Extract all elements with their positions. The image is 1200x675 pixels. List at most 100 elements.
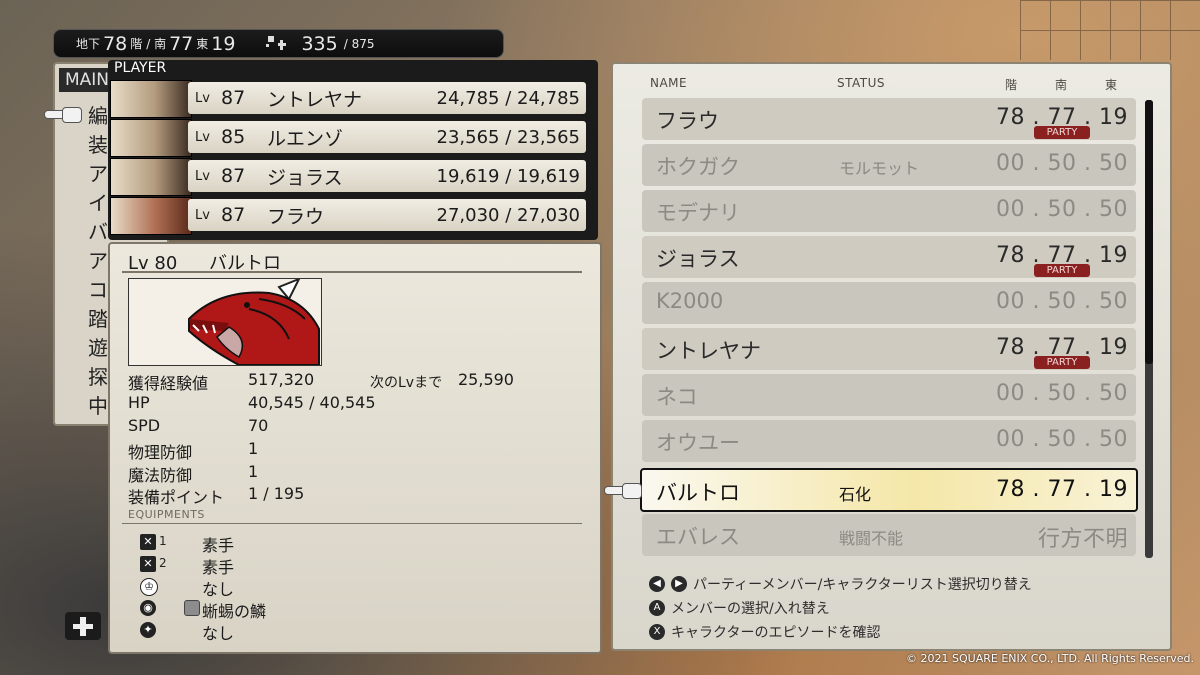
member-name: フラウ: [267, 205, 325, 228]
main-menu-item[interactable]: 踏: [88, 303, 108, 332]
right-button-icon: ▶: [671, 576, 687, 592]
character-name: フラウ: [656, 109, 719, 133]
equip-value[interactable]: 蜥蜴の鱗: [202, 598, 266, 622]
pdef-value: 1: [248, 439, 259, 458]
member-name: ルエンゾ: [267, 127, 344, 150]
next-label: 次のLvまで: [370, 375, 443, 391]
character-row[interactable]: エバレス 戦闘不能 行方不明: [642, 514, 1136, 556]
scale-item-icon: [184, 600, 200, 616]
body-slot-icon: ◉: [140, 600, 156, 616]
weapon-slot-icon: ✕: [140, 534, 156, 550]
scrollbar-thumb[interactable]: [1145, 100, 1153, 364]
character-row[interactable]: オウユー 00 . 50 . 50: [642, 420, 1136, 462]
east-value: 19: [211, 32, 236, 55]
main-menu-item[interactable]: バ: [88, 216, 108, 245]
col-header-status: STATUS: [837, 76, 886, 90]
main-menu-item[interactable]: 編: [88, 100, 108, 129]
help-select-member: A メンバーの選択/入れ替え: [649, 598, 830, 618]
floor-suffix: 階: [130, 37, 143, 51]
pdef-label: 物理防御: [128, 443, 193, 462]
x-button-icon: X: [649, 624, 665, 640]
character-location: 00 . 50 . 50: [996, 289, 1128, 314]
character-row[interactable]: ントレヤナ 78 . 77 . 19 PARTY: [642, 328, 1136, 370]
spd-value: 70: [248, 416, 269, 435]
spd-label: SPD: [128, 416, 161, 435]
equip-value[interactable]: なし: [202, 620, 234, 644]
dpad-icon: [65, 612, 101, 640]
member-hp: 24,785 / 24,785: [436, 87, 580, 109]
character-portrait: [110, 80, 192, 118]
col-header-east: 東: [1105, 78, 1118, 92]
col-header-south: 南: [1055, 78, 1068, 92]
lv-value: 87: [221, 165, 246, 187]
character-location: 00 . 50 . 50: [996, 427, 1128, 452]
character-detail-panel: Lv 80 バルトロ 獲得経験値 517,320 次のLvまで 25,590 H…: [108, 242, 602, 654]
character-artwork: [128, 278, 322, 366]
head-slot-icon: ♔: [140, 578, 158, 596]
party-badge: PARTY: [1034, 356, 1090, 369]
footsteps-icon: [266, 34, 287, 54]
character-portrait: [110, 158, 192, 196]
character-row[interactable]: モデナリ 00 . 50 . 50: [642, 190, 1136, 232]
main-menu-item[interactable]: 探: [88, 361, 108, 390]
map-grid-background: [1020, 0, 1200, 60]
character-location: 00 . 50 . 50: [996, 381, 1128, 406]
south-prefix: / 南: [146, 37, 167, 51]
lv-label: Lv: [195, 90, 210, 106]
weapon-slot-icon: ✕: [140, 556, 156, 572]
character-row[interactable]: フラウ 78 . 77 . 19 PARTY: [642, 98, 1136, 140]
party-member-row[interactable]: Lv 87 ジョラス 19,619 / 19,619: [110, 158, 588, 196]
list-scrollbar[interactable]: [1145, 100, 1153, 558]
lv-label: Lv: [195, 207, 210, 223]
main-menu-item[interactable]: ア: [88, 158, 108, 187]
exp-label: 獲得経験値: [128, 374, 209, 393]
member-name: ントレヤナ: [267, 88, 363, 111]
character-row[interactable]: ジョラス 78 . 77 . 19 PARTY: [642, 236, 1136, 278]
hp-value: 40,545 / 40,545: [248, 393, 376, 412]
pointer-hand-icon: [604, 480, 642, 500]
party-badge: PARTY: [1034, 264, 1090, 277]
equip-value[interactable]: なし: [202, 576, 234, 600]
character-name: K2000: [656, 289, 724, 313]
col-header-name: NAME: [650, 76, 688, 90]
divider: [122, 271, 582, 273]
character-row[interactable]: ネコ 00 . 50 . 50: [642, 374, 1136, 416]
copyright-text: © 2021 SQUARE ENIX CO., LTD. All Rights …: [906, 652, 1194, 665]
player-label: PLAYER: [114, 60, 167, 76]
party-member-row[interactable]: Lv 87 ントレヤナ 24,785 / 24,785: [110, 80, 588, 118]
lv-value: 85: [221, 126, 246, 148]
equipments-header: EQUIPMENTS: [128, 508, 205, 521]
character-status: 石化: [839, 485, 872, 504]
main-menu-item[interactable]: コ: [88, 274, 108, 303]
equip-value[interactable]: 素手: [202, 554, 234, 578]
equip-points-value: 1 / 195: [248, 484, 305, 503]
help-text: パーティーメンバー/キャラクターリスト選択切り替え: [693, 577, 1032, 593]
next-value: 25,590: [458, 370, 514, 389]
help-episode: X キャラクターのエピソードを確認: [649, 622, 880, 642]
main-menu-item[interactable]: 遊: [88, 332, 108, 361]
help-toggle-list: ◀ ▶ パーティーメンバー/キャラクターリスト選択切り替え: [649, 574, 1032, 594]
pointer-hand-icon: [44, 104, 82, 124]
mdef-label: 魔法防御: [128, 466, 193, 485]
character-name: ホクガク: [656, 155, 740, 179]
help-text: キャラクターのエピソードを確認: [671, 625, 881, 641]
character-row-selected[interactable]: バルトロ 石化 78 . 77 . 19: [640, 468, 1138, 512]
character-location: 00 . 50 . 50: [996, 151, 1128, 176]
steps-max: / 875: [343, 36, 375, 51]
character-location: 行方不明: [1037, 527, 1128, 552]
main-menu-item[interactable]: 装: [88, 129, 108, 158]
south-value: 77: [169, 32, 194, 55]
lv-label: Lv: [195, 129, 210, 145]
main-menu-item[interactable]: 中: [88, 390, 108, 419]
accessory-slot-icon: ✦: [140, 622, 156, 638]
character-row[interactable]: K2000 00 . 50 . 50: [642, 282, 1136, 324]
character-name: オウユー: [656, 431, 740, 455]
slot-number: 1: [159, 534, 167, 548]
equip-value[interactable]: 素手: [202, 532, 234, 556]
party-member-row[interactable]: Lv 85 ルエンゾ 23,565 / 23,565: [110, 119, 588, 157]
main-menu-item[interactable]: ア: [88, 245, 108, 274]
main-menu-item[interactable]: イ: [88, 187, 108, 216]
character-row[interactable]: ホクガク モルモット 00 . 50 . 50: [642, 144, 1136, 186]
party-member-row[interactable]: Lv 87 フラウ 27,030 / 27,030: [110, 197, 588, 235]
character-location: 00 . 50 . 50: [996, 197, 1128, 222]
